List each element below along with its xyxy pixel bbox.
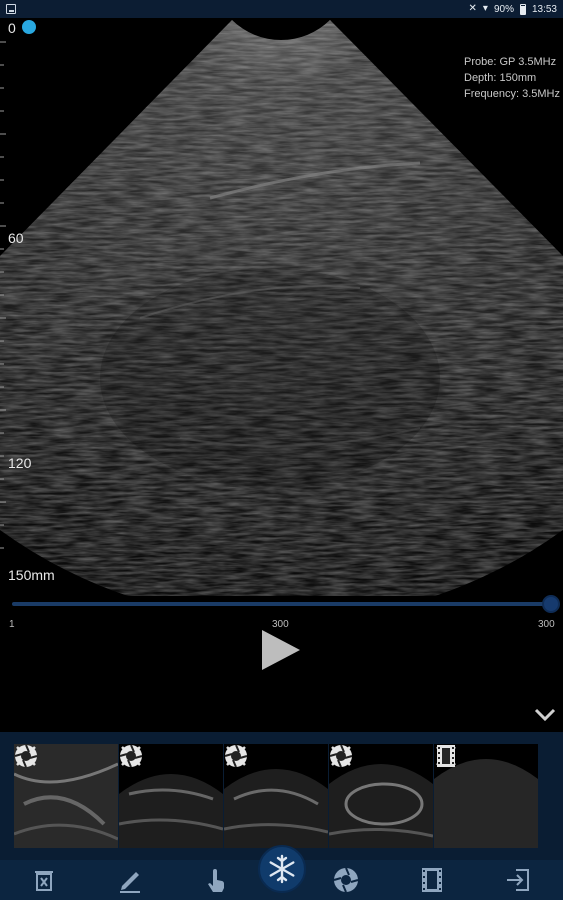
depth-label-60: 60 [8, 230, 24, 246]
camera-icon[interactable] [332, 866, 360, 894]
thumbnail-item[interactable] [329, 744, 433, 848]
cine-slider-thumb[interactable] [542, 595, 560, 613]
depth-info: Depth: 150mm [464, 72, 537, 84]
camera-icon [329, 744, 353, 768]
pencil-icon[interactable] [116, 866, 144, 894]
depth-label-120: 120 [8, 455, 32, 471]
slider-mid-label: 300 [272, 619, 289, 630]
clock: 13:53 [531, 3, 557, 15]
camera-icon [119, 744, 143, 768]
status-icons: ✕ ▾ 90% 13:53 [469, 2, 557, 16]
thumbnail-item[interactable] [14, 744, 118, 848]
delete-icon[interactable] [30, 866, 58, 894]
camera-icon [14, 744, 38, 768]
play-button[interactable] [262, 630, 300, 670]
film-icon [437, 745, 455, 767]
ultrasound-image [0, 20, 563, 596]
exit-icon[interactable] [504, 866, 532, 894]
snowflake-icon [269, 854, 295, 884]
battery-percent: 90% [493, 3, 514, 15]
depth-label-0: 0 [8, 20, 16, 36]
ultrasound-view[interactable]: 0 60 120 150mm Probe: GP 3.5MHz Depth: 1… [0, 18, 563, 596]
touch-icon[interactable] [202, 866, 230, 894]
slider-min-label: 1 [9, 619, 15, 630]
status-bar: ✕ ▾ 90% 13:53 [0, 0, 563, 18]
chevron-down-icon[interactable] [533, 703, 557, 727]
focus-marker[interactable] [22, 20, 36, 34]
depth-label-max: 150mm [8, 567, 55, 583]
gallery-icon [6, 4, 16, 14]
battery-icon [519, 3, 526, 15]
film-icon[interactable] [418, 866, 446, 894]
thumbnail-item[interactable] [224, 744, 328, 848]
thumbnail-strip [0, 732, 563, 860]
frequency-info: Frequency: 3.5MHz [464, 88, 560, 100]
bluetooth-icon: ✕ [468, 3, 477, 14]
camera-icon [224, 744, 248, 768]
cine-slider[interactable] [12, 602, 552, 606]
thumbnail-item[interactable] [119, 744, 223, 848]
thumbnail-item[interactable] [434, 744, 538, 848]
freeze-button[interactable] [258, 845, 306, 893]
probe-label: Probe: GP 3.5MHz [464, 56, 557, 68]
wifi-icon: ▾ [482, 3, 488, 14]
probe-info: Probe: GP 3.5MHz Depth: 150mm Frequency:… [464, 54, 560, 102]
slider-max-label: 300 [538, 619, 555, 630]
